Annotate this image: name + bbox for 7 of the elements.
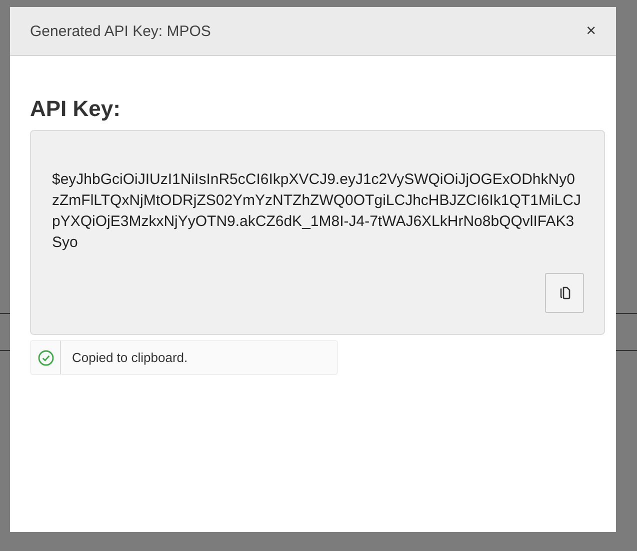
heading: API Key: [30,96,122,122]
toast-message: Copied to clipboard. [71,350,188,365]
close-button[interactable]: × [582,19,600,43]
api-key-text: $eyJhbGciOiJIUzI1NiIsInR5cCI6IkpXVCJ9.eyJ1c2VySWQiOiJjOGExODhkNy0zZmFlLTQxNjMtODRjZS02YmYzNTZhZWQ0OTgiLCJhcHBJZCI6Ik1QT1MiLCJpYXQiOjE3MzkxNjYyOTN9.akCZ6dK_1M8I-J4-7tWAJ6XLkHrNo8bQQvlIFAK3Syo [52,170,582,253]
copy-button[interactable] [545,273,584,313]
dialog-title: Generated API Key: MPOS [30,22,211,40]
copy-icon [558,286,572,300]
